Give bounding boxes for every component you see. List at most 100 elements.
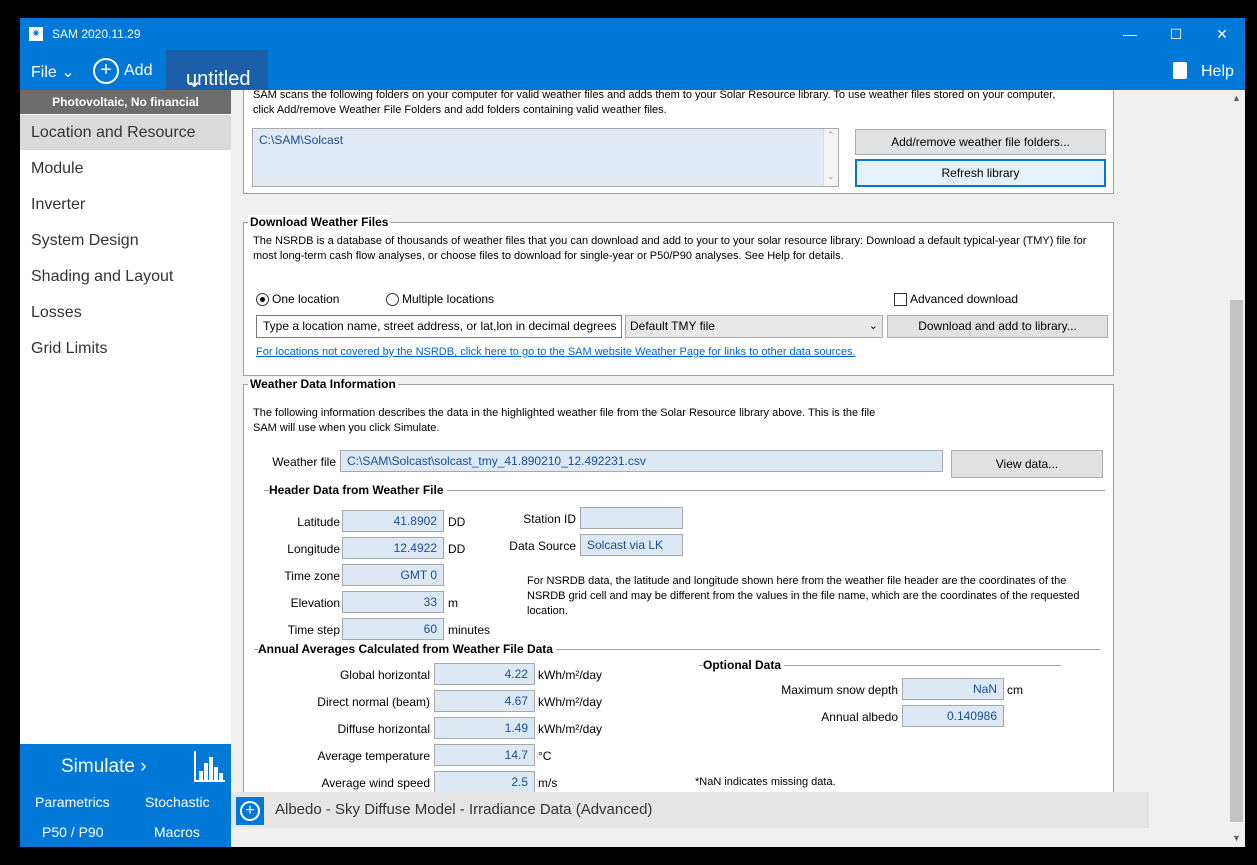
temperature-unit: °C bbox=[538, 749, 552, 763]
snow-depth-field[interactable]: NaN bbox=[902, 678, 1004, 700]
multiple-locations-label[interactable]: Multiple locations bbox=[402, 292, 494, 306]
multiple-locations-radio[interactable] bbox=[386, 293, 399, 306]
add-icon[interactable]: + bbox=[93, 58, 119, 84]
timestep-label: Time step bbox=[287, 623, 340, 637]
nsrdb-note: For NSRDB data, the latitude and longitu… bbox=[527, 575, 1080, 617]
library-intro: SAM scans the following folders on your … bbox=[253, 90, 1056, 116]
weather-folder-list[interactable]: C:\SAM\Solcast bbox=[252, 128, 839, 187]
weather-page-link[interactable]: For locations not covered by the NSRDB, … bbox=[256, 346, 856, 358]
data-source-field[interactable]: Solcast via LK bbox=[580, 534, 683, 556]
plus-icon: + bbox=[240, 801, 260, 821]
chevron-down-icon: ⌄ bbox=[61, 64, 75, 81]
timezone-field[interactable]: GMT 0 bbox=[342, 564, 444, 586]
sidebar-item-grid-limits[interactable]: Grid Limits bbox=[20, 331, 231, 366]
sidebar-item-system-design[interactable]: System Design bbox=[20, 223, 231, 258]
weather-info-intro-1: The following information describes the … bbox=[253, 407, 876, 419]
case-tab[interactable]: untitled ⌄ bbox=[166, 50, 268, 92]
download-panel: Download Weather Files The NSRDB is a da… bbox=[243, 215, 1114, 376]
dhi-field[interactable]: 1.49 bbox=[434, 717, 535, 739]
location-input-placeholder: Type a location name, street address, or… bbox=[263, 319, 617, 333]
elevation-label: Elevation bbox=[290, 596, 340, 610]
simulate-panel: Simulate › Parametrics Stochastic P50 / … bbox=[20, 744, 231, 847]
bar-chart-icon[interactable] bbox=[193, 749, 227, 783]
file-menu-label: File bbox=[31, 64, 57, 81]
wind-speed-unit: m/s bbox=[538, 776, 558, 790]
dni-field[interactable]: 4.67 bbox=[434, 690, 535, 712]
timestep-field[interactable]: 60 bbox=[342, 618, 444, 640]
maximize-button[interactable]: ☐ bbox=[1153, 18, 1199, 50]
snow-depth-unit: cm bbox=[1007, 683, 1023, 697]
station-id-label: Station ID bbox=[523, 512, 576, 526]
folder-list-scrollbar[interactable]: ⌃ ⌄ bbox=[823, 129, 838, 186]
configuration-label[interactable]: Photovoltaic, No financial bbox=[20, 90, 231, 114]
view-data-button[interactable]: View data... bbox=[951, 450, 1103, 478]
file-menu[interactable]: File ⌄ bbox=[31, 62, 75, 82]
timezone-label: Time zone bbox=[284, 569, 340, 583]
add-button[interactable]: Add bbox=[124, 62, 152, 80]
latitude-label: Latitude bbox=[297, 515, 340, 529]
simulate-label: Simulate bbox=[61, 756, 135, 777]
sidebar-item-shading-and-layout[interactable]: Shading and Layout bbox=[20, 259, 231, 294]
parametrics-button[interactable]: Parametrics bbox=[35, 794, 110, 810]
download-add-button[interactable]: Download and add to library... bbox=[887, 315, 1108, 338]
chevron-right-icon: › bbox=[140, 756, 147, 777]
advanced-download-label[interactable]: Advanced download bbox=[910, 292, 1018, 306]
nan-note: *NaN indicates missing data. bbox=[695, 776, 836, 788]
longitude-label: Longitude bbox=[287, 542, 340, 556]
menu-bar: File ⌄ + Add untitled ⌄ Help bbox=[20, 50, 1245, 92]
wind-speed-label: Average wind speed bbox=[321, 776, 430, 790]
elevation-field[interactable]: 33 bbox=[342, 591, 444, 613]
sidebar-item-module[interactable]: Module bbox=[20, 151, 231, 186]
snow-depth-label: Maximum snow depth bbox=[781, 683, 898, 697]
advanced-download-checkbox[interactable] bbox=[894, 293, 907, 306]
scrollbar-thumb[interactable] bbox=[1230, 300, 1243, 822]
weather-file-field[interactable]: C:\SAM\Solcast\solcast_tmy_41.890210_12.… bbox=[340, 450, 943, 472]
chevron-up-icon: ⌃ bbox=[827, 130, 835, 140]
expand-button[interactable]: + bbox=[236, 797, 264, 825]
help-button[interactable]: Help bbox=[1201, 63, 1234, 81]
minimize-button[interactable]: — bbox=[1107, 18, 1153, 50]
one-location-label[interactable]: One location bbox=[272, 292, 339, 306]
library-panel: SAM scans the following folders on your … bbox=[243, 90, 1114, 194]
weather-file-label: Weather file bbox=[272, 455, 336, 469]
book-icon[interactable] bbox=[1173, 62, 1187, 79]
weather-folder-item[interactable]: C:\SAM\Solcast bbox=[259, 133, 343, 147]
chevron-up-icon[interactable]: ▲ bbox=[1228, 90, 1245, 107]
header-data-title: Header Data from Weather File bbox=[269, 483, 447, 497]
wind-speed-field[interactable]: 2.5 bbox=[434, 771, 535, 793]
station-id-field[interactable] bbox=[580, 507, 683, 529]
main-content: SAM scans the following folders on your … bbox=[231, 90, 1228, 847]
latitude-field[interactable]: 41.8902 bbox=[342, 510, 444, 532]
chevron-down-icon[interactable]: ▼ bbox=[1228, 830, 1245, 847]
data-source-label: Data Source bbox=[509, 539, 576, 553]
sidebar-item-location-and-resource[interactable]: Location and Resource bbox=[20, 115, 231, 150]
add-remove-folders-button[interactable]: Add/remove weather file folders... bbox=[855, 129, 1106, 155]
close-button[interactable]: ✕ bbox=[1199, 18, 1245, 50]
chevron-down-icon: ⌄ bbox=[827, 171, 835, 181]
stochastic-button[interactable]: Stochastic bbox=[145, 794, 210, 810]
albedo-field[interactable]: 0.140986 bbox=[902, 705, 1004, 727]
refresh-library-button[interactable]: Refresh library bbox=[855, 159, 1106, 187]
file-type-select[interactable]: Default TMY file ⌄ bbox=[625, 315, 883, 338]
main-scrollbar[interactable]: ▲ ▼ bbox=[1228, 90, 1245, 847]
albedo-label: Annual albedo bbox=[821, 710, 898, 724]
sidebar-item-inverter[interactable]: Inverter bbox=[20, 187, 231, 222]
dhi-label: Diffuse horizontal bbox=[337, 722, 431, 736]
annual-averages-title: Annual Averages Calculated from Weather … bbox=[258, 642, 556, 656]
ghi-field[interactable]: 4.22 bbox=[434, 663, 535, 685]
location-input[interactable]: Type a location name, street address, or… bbox=[256, 315, 622, 338]
albedo-section-header[interactable]: + Albedo - Sky Diffuse Model - Irradianc… bbox=[231, 792, 1149, 828]
window-title: SAM 2020.11.29 bbox=[52, 27, 141, 41]
albedo-section-label: Albedo - Sky Diffuse Model - Irradiance … bbox=[275, 801, 653, 818]
macros-button[interactable]: Macros bbox=[154, 824, 200, 840]
download-title: Download Weather Files bbox=[248, 215, 391, 229]
weather-info-panel: Weather Data Information The following i… bbox=[243, 377, 1114, 806]
p50-p90-button[interactable]: P50 / P90 bbox=[42, 824, 104, 840]
one-location-radio[interactable] bbox=[256, 293, 269, 306]
longitude-field[interactable]: 12.4922 bbox=[342, 537, 444, 559]
sidebar-item-losses[interactable]: Losses bbox=[20, 295, 231, 330]
simulate-button[interactable]: Simulate › bbox=[61, 756, 147, 778]
temperature-field[interactable]: 14.7 bbox=[434, 744, 535, 766]
sun-icon: ✷ bbox=[29, 27, 43, 41]
weather-info-intro-2: SAM will use when you click Simulate. bbox=[253, 422, 440, 434]
